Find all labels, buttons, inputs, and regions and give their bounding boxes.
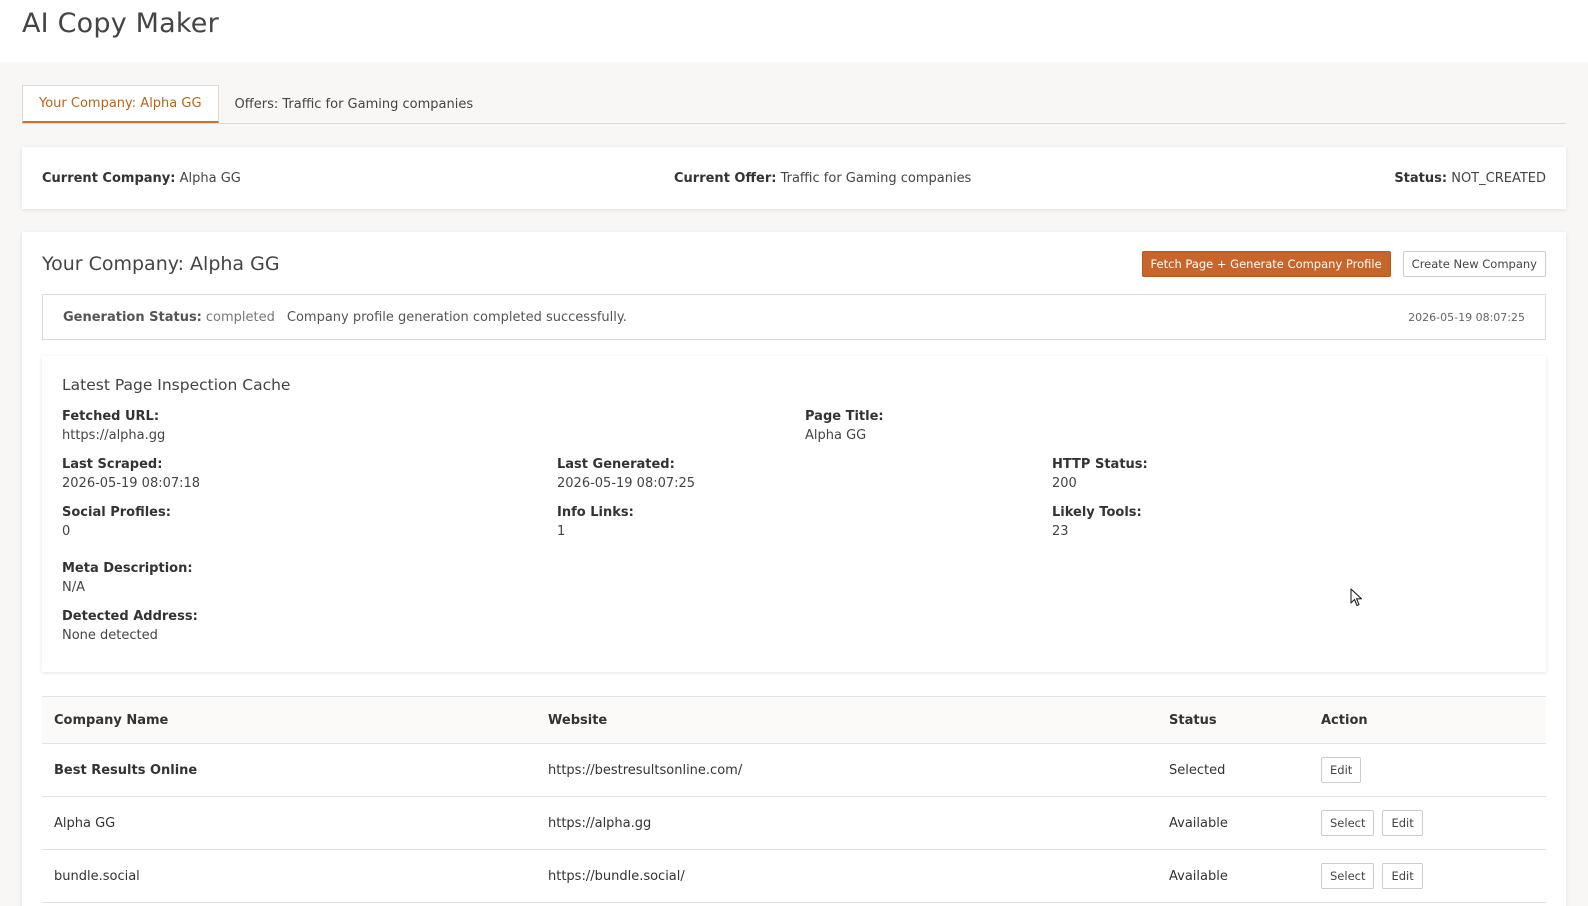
current-status-card: Current Company: Alpha GG Current Offer:… [22, 147, 1566, 209]
fetched-url-label: Fetched URL: [62, 409, 160, 424]
row-actions: Edit [1309, 757, 1546, 783]
row-company-name: bundle.social [54, 868, 140, 884]
current-company-value: Alpha GG [179, 170, 241, 186]
header-website: Website [548, 712, 608, 728]
mouse-cursor-icon [1350, 588, 1363, 607]
fetched-url-value: https://alpha.gg [62, 428, 166, 443]
row-website: https://bundle.social/ [548, 868, 685, 884]
detected-address-field: Detected Address: None detected [62, 608, 1526, 646]
current-offer-info: Current Offer: Traffic for Gaming compan… [674, 171, 1394, 186]
last-scraped-label: Last Scraped: [62, 457, 163, 472]
last-generated-value: 2026-05-19 08:07:25 [557, 476, 696, 491]
status-value: NOT_CREATED [1451, 170, 1546, 186]
current-company-info: Current Company: Alpha GG [42, 171, 674, 186]
edit-button[interactable]: Edit [1382, 810, 1423, 836]
table-row: Best Results Online https://bestresultso… [42, 744, 1546, 797]
detected-address-label: Detected Address: [62, 609, 198, 624]
tab-offers[interactable]: Offers: Traffic for Gaming companies [219, 85, 490, 123]
company-panel: Your Company: Alpha GG Fetch Page + Gene… [22, 232, 1566, 906]
cache-title: Latest Page Inspection Cache [62, 376, 291, 394]
meta-description-field: Meta Description: N/A [62, 560, 1526, 608]
header-company-name: Company Name [54, 712, 169, 728]
http-status-value: 200 [1052, 476, 1077, 491]
top-bar: AI Copy Maker [0, 0, 1588, 62]
edit-button[interactable]: Edit [1382, 863, 1423, 889]
row-actions: Select Edit [1309, 863, 1546, 889]
table-row: Alpha GG https://alpha.gg Available Sele… [42, 797, 1546, 850]
create-new-company-button[interactable]: Create New Company [1402, 251, 1546, 277]
social-profiles-value: 0 [62, 524, 71, 539]
main-content: Your Company: Alpha GG Offers: Traffic f… [0, 85, 1588, 906]
company-panel-title: Your Company: Alpha GG [42, 253, 280, 275]
info-links-label: Info Links: [557, 505, 634, 520]
cache-row-url: Fetched URL: https://alpha.gg Page Title… [62, 408, 1526, 456]
current-status-info: Status: NOT_CREATED [1394, 171, 1546, 186]
select-button[interactable]: Select [1321, 863, 1375, 889]
header-status: Status [1169, 712, 1217, 728]
generation-timestamp: 2026-05-19 08:07:25 [1408, 310, 1525, 324]
info-links-field: Info Links: 1 [557, 504, 1052, 552]
cache-row-dates: Last Scraped: 2026-05-19 08:07:18 Last G… [62, 456, 1526, 504]
row-status: Selected [1169, 762, 1226, 778]
likely-tools-value: 23 [1052, 524, 1069, 539]
current-offer-label: Current Offer: [674, 170, 777, 186]
generation-status-message: Company profile generation completed suc… [286, 309, 627, 325]
meta-description-label: Meta Description: [62, 561, 193, 576]
row-website: https://alpha.gg [548, 815, 652, 831]
fetched-url-field: Fetched URL: https://alpha.gg [62, 408, 805, 456]
likely-tools-field: Likely Tools: 23 [1052, 504, 1142, 552]
row-company-name: Alpha GG [54, 815, 116, 831]
page-title-field: Page Title: Alpha GG [805, 408, 884, 456]
status-label: Status: [1394, 170, 1448, 186]
current-offer-value: Traffic for Gaming companies [780, 170, 972, 186]
http-status-label: HTTP Status: [1052, 457, 1148, 472]
cache-row-counts: Social Profiles: 0 Info Links: 1 Likely … [62, 504, 1526, 552]
page-title-value: Alpha GG [805, 428, 867, 443]
app-title: AI Copy Maker [22, 8, 219, 39]
row-company-name: Best Results Online [54, 762, 198, 778]
info-links-value: 1 [557, 524, 566, 539]
last-scraped-value: 2026-05-19 08:07:18 [62, 476, 201, 491]
fetch-generate-button[interactable]: Fetch Page + Generate Company Profile [1141, 251, 1391, 277]
likely-tools-label: Likely Tools: [1052, 505, 1142, 520]
header-action: Action [1321, 712, 1368, 728]
detected-address-value: None detected [62, 628, 158, 643]
page-title-label: Page Title: [805, 409, 884, 424]
table-row: bundle.social https://bundle.social/ Ava… [42, 850, 1546, 903]
last-generated-label: Last Generated: [557, 457, 675, 472]
social-profiles-label: Social Profiles: [62, 505, 171, 520]
row-website: https://bestresultsonline.com/ [548, 762, 743, 778]
row-status: Available [1169, 868, 1228, 884]
page-inspection-cache: Latest Page Inspection Cache Fetched URL… [42, 356, 1546, 672]
generation-status-label: Generation Status: [63, 309, 202, 325]
tab-bar: Your Company: Alpha GG Offers: Traffic f… [22, 85, 1566, 124]
row-actions: Select Edit [1309, 810, 1546, 836]
last-generated-field: Last Generated: 2026-05-19 08:07:25 [557, 456, 1052, 504]
generation-status-bar: Generation Status: completed Company pro… [42, 294, 1546, 340]
tab-your-company[interactable]: Your Company: Alpha GG [22, 85, 219, 123]
table-header: Company Name Website Status Action [42, 697, 1546, 744]
generation-status-value: completed [205, 309, 275, 325]
current-company-label: Current Company: [42, 170, 176, 186]
edit-button[interactable]: Edit [1321, 757, 1362, 783]
meta-description-value: N/A [62, 580, 85, 595]
row-status: Available [1169, 815, 1228, 831]
companies-table: Company Name Website Status Action Best … [42, 696, 1546, 903]
http-status-field: HTTP Status: 200 [1052, 456, 1148, 504]
select-button[interactable]: Select [1321, 810, 1375, 836]
last-scraped-field: Last Scraped: 2026-05-19 08:07:18 [62, 456, 557, 504]
social-profiles-field: Social Profiles: 0 [62, 504, 557, 552]
company-panel-header: Your Company: Alpha GG Fetch Page + Gene… [42, 250, 1546, 278]
